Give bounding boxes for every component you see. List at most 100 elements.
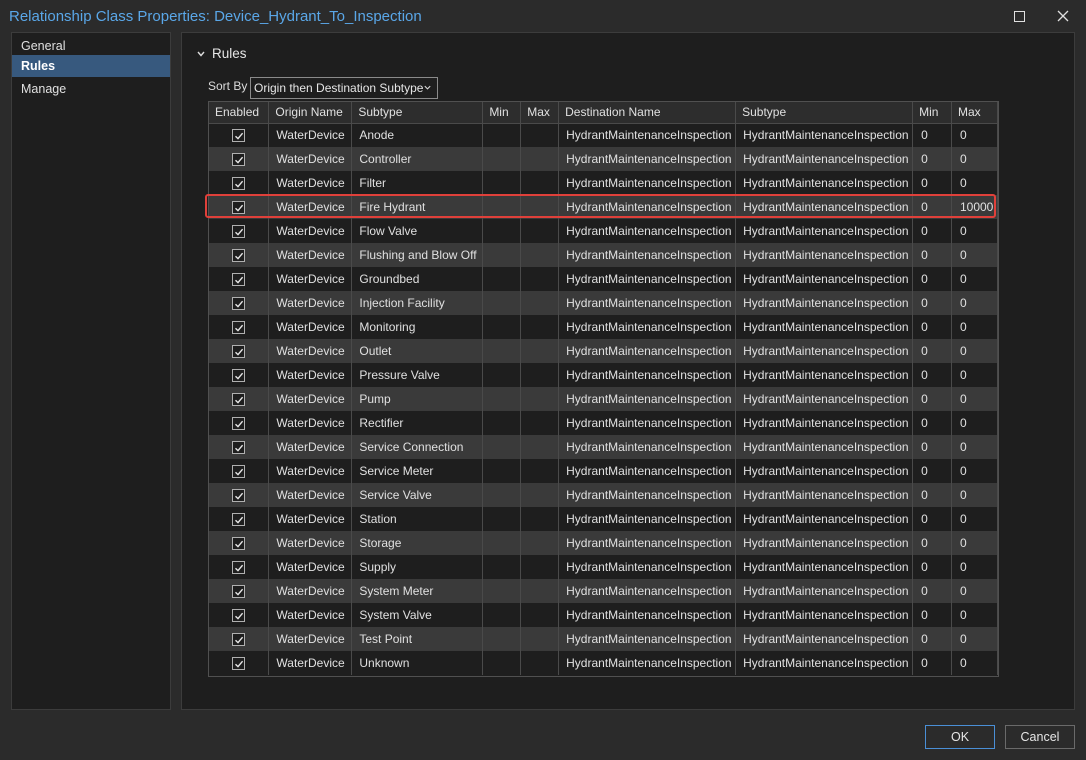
- origin-subtype-cell[interactable]: Groundbed: [351, 267, 484, 291]
- origin-subtype-cell[interactable]: Pressure Valve: [351, 363, 484, 387]
- destination-name-cell[interactable]: HydrantMaintenanceInspection: [558, 315, 737, 339]
- origin-name-cell[interactable]: WaterDevice: [268, 243, 353, 267]
- destination-subtype-cell[interactable]: HydrantMaintenanceInspection: [735, 243, 914, 267]
- origin-name-cell[interactable]: WaterDevice: [268, 291, 353, 315]
- destination-name-cell[interactable]: HydrantMaintenanceInspection: [558, 339, 737, 363]
- origin-min-cell[interactable]: [482, 291, 522, 315]
- destination-name-cell[interactable]: HydrantMaintenanceInspection: [558, 387, 737, 411]
- origin-min-cell[interactable]: [482, 651, 522, 675]
- origin-min-cell[interactable]: [482, 459, 522, 483]
- destination-max-cell[interactable]: 0: [951, 603, 998, 627]
- destination-subtype-cell[interactable]: HydrantMaintenanceInspection: [735, 363, 914, 387]
- rules-grid[interactable]: Enabled Origin Name Subtype Min Max Dest…: [208, 101, 999, 677]
- destination-max-cell[interactable]: 0: [951, 171, 998, 195]
- nav-item-general[interactable]: General: [12, 35, 170, 57]
- destination-max-cell[interactable]: 0: [951, 459, 998, 483]
- destination-min-cell[interactable]: 0: [912, 219, 952, 243]
- column-header-origin-min[interactable]: Min: [482, 102, 522, 124]
- destination-max-cell[interactable]: 0: [951, 555, 998, 579]
- destination-subtype-cell[interactable]: HydrantMaintenanceInspection: [735, 651, 914, 675]
- destination-min-cell[interactable]: 0: [912, 339, 952, 363]
- destination-min-cell[interactable]: 0: [912, 579, 952, 603]
- destination-max-cell[interactable]: 0: [951, 147, 998, 171]
- enabled-checkbox[interactable]: [232, 489, 246, 503]
- destination-max-cell[interactable]: 10000: [951, 195, 998, 219]
- destination-max-cell[interactable]: 0: [951, 435, 998, 459]
- destination-name-cell[interactable]: HydrantMaintenanceInspection: [558, 243, 737, 267]
- origin-name-cell[interactable]: WaterDevice: [268, 171, 353, 195]
- destination-max-cell[interactable]: 0: [951, 363, 998, 387]
- origin-max-cell[interactable]: [520, 195, 560, 219]
- column-header-destination-min[interactable]: Min: [912, 102, 952, 124]
- destination-max-cell[interactable]: 0: [951, 315, 998, 339]
- destination-min-cell[interactable]: 0: [912, 555, 952, 579]
- destination-subtype-cell[interactable]: HydrantMaintenanceInspection: [735, 171, 914, 195]
- origin-max-cell[interactable]: [520, 531, 560, 555]
- table-row[interactable]: WaterDevice Groundbed HydrantMaintenanceIn…: [209, 267, 998, 291]
- table-row[interactable]: WaterDevice Test Point HydrantMaintenanceI…: [209, 627, 998, 651]
- column-header-origin-max[interactable]: Max: [520, 102, 560, 124]
- destination-max-cell[interactable]: 0: [951, 483, 998, 507]
- destination-subtype-cell[interactable]: HydrantMaintenanceInspection: [735, 627, 914, 651]
- origin-name-cell[interactable]: WaterDevice: [268, 147, 353, 171]
- origin-min-cell[interactable]: [482, 243, 522, 267]
- table-row[interactable]: WaterDevice Service Meter HydrantMaintenan…: [209, 459, 998, 483]
- destination-name-cell[interactable]: HydrantMaintenanceInspection: [558, 171, 737, 195]
- destination-min-cell[interactable]: 0: [912, 363, 952, 387]
- origin-subtype-cell[interactable]: Anode: [351, 123, 484, 147]
- origin-name-cell[interactable]: WaterDevice: [268, 507, 353, 531]
- origin-min-cell[interactable]: [482, 387, 522, 411]
- origin-min-cell[interactable]: [482, 171, 522, 195]
- table-row[interactable]: WaterDevice Filter HydrantMaintenanceInspe…: [209, 171, 998, 195]
- destination-min-cell[interactable]: 0: [912, 435, 952, 459]
- destination-subtype-cell[interactable]: HydrantMaintenanceInspection: [735, 579, 914, 603]
- origin-name-cell[interactable]: WaterDevice: [268, 411, 353, 435]
- origin-min-cell[interactable]: [482, 531, 522, 555]
- destination-min-cell[interactable]: 0: [912, 387, 952, 411]
- destination-max-cell[interactable]: 0: [951, 243, 998, 267]
- origin-subtype-cell[interactable]: Station: [351, 507, 484, 531]
- origin-name-cell[interactable]: WaterDevice: [268, 459, 353, 483]
- table-row[interactable]: WaterDevice System Valve HydrantMaintenanc…: [209, 603, 998, 627]
- table-row[interactable]: WaterDevice Outlet HydrantMaintenanceInspe…: [209, 339, 998, 363]
- origin-max-cell[interactable]: [520, 219, 560, 243]
- origin-max-cell[interactable]: [520, 171, 560, 195]
- destination-min-cell[interactable]: 0: [912, 315, 952, 339]
- table-row[interactable]: WaterDevice Supply HydrantMaintenanceInspe…: [209, 555, 998, 579]
- origin-subtype-cell[interactable]: Monitoring: [351, 315, 484, 339]
- origin-min-cell[interactable]: [482, 147, 522, 171]
- destination-min-cell[interactable]: 0: [912, 627, 952, 651]
- close-button[interactable]: [1041, 2, 1085, 30]
- enabled-checkbox[interactable]: [232, 441, 246, 455]
- destination-max-cell[interactable]: 0: [951, 651, 998, 675]
- enabled-checkbox[interactable]: [232, 201, 246, 215]
- origin-subtype-cell[interactable]: Pump: [351, 387, 484, 411]
- enabled-checkbox[interactable]: [232, 273, 246, 287]
- origin-max-cell[interactable]: [520, 315, 560, 339]
- origin-max-cell[interactable]: [520, 579, 560, 603]
- origin-min-cell[interactable]: [482, 411, 522, 435]
- destination-name-cell[interactable]: HydrantMaintenanceInspection: [558, 435, 737, 459]
- destination-subtype-cell[interactable]: HydrantMaintenanceInspection: [735, 603, 914, 627]
- table-row[interactable]: WaterDevice Flow Valve HydrantMaintenanceI…: [209, 219, 998, 243]
- destination-name-cell[interactable]: HydrantMaintenanceInspection: [558, 507, 737, 531]
- destination-name-cell[interactable]: HydrantMaintenanceInspection: [558, 363, 737, 387]
- table-row[interactable]: WaterDevice Injection Facility HydrantMain…: [209, 291, 998, 315]
- origin-max-cell[interactable]: [520, 243, 560, 267]
- origin-max-cell[interactable]: [520, 483, 560, 507]
- origin-subtype-cell[interactable]: Outlet: [351, 339, 484, 363]
- destination-subtype-cell[interactable]: HydrantMaintenanceInspection: [735, 459, 914, 483]
- origin-subtype-cell[interactable]: Unknown: [351, 651, 484, 675]
- destination-name-cell[interactable]: HydrantMaintenanceInspection: [558, 291, 737, 315]
- destination-subtype-cell[interactable]: HydrantMaintenanceInspection: [735, 219, 914, 243]
- destination-name-cell[interactable]: HydrantMaintenanceInspection: [558, 555, 737, 579]
- enabled-checkbox[interactable]: [232, 345, 246, 359]
- destination-min-cell[interactable]: 0: [912, 483, 952, 507]
- destination-subtype-cell[interactable]: HydrantMaintenanceInspection: [735, 411, 914, 435]
- destination-subtype-cell[interactable]: HydrantMaintenanceInspection: [735, 267, 914, 291]
- table-row[interactable]: WaterDevice Pressure Valve HydrantMaintena…: [209, 363, 998, 387]
- destination-max-cell[interactable]: 0: [951, 411, 998, 435]
- destination-subtype-cell[interactable]: HydrantMaintenanceInspection: [735, 555, 914, 579]
- column-header-enabled[interactable]: Enabled: [209, 102, 270, 124]
- destination-max-cell[interactable]: 0: [951, 507, 998, 531]
